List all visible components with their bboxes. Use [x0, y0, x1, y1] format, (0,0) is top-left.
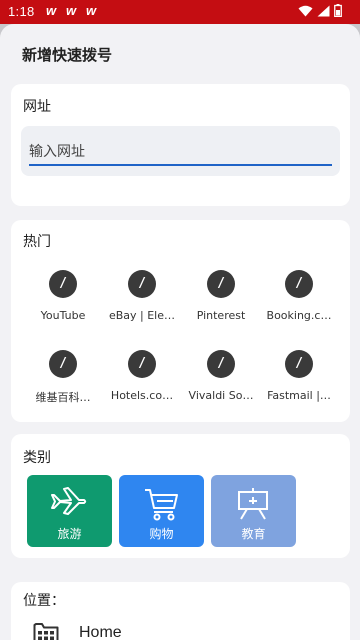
- url-field-container: [21, 126, 340, 176]
- category-travel-button[interactable]: 旅游: [27, 475, 112, 547]
- popular-site-wikipedia[interactable]: / 维基百科…: [24, 350, 102, 405]
- popular-site-youtube[interactable]: / YouTube: [24, 270, 102, 322]
- category-travel-label: 旅游: [57, 527, 82, 541]
- status-icons: [298, 4, 342, 17]
- site-placeholder-icon: /: [285, 270, 313, 298]
- category-shopping-label: 购物: [149, 527, 174, 541]
- notification-icon: ᴡ: [46, 3, 57, 18]
- site-label: Pinterest: [196, 309, 246, 322]
- notification-icon: ᴡ: [66, 3, 77, 18]
- add-speed-dial-sheet: 新增快速拨号 网址 热门 / YouTube / eBay | Ele… / P…: [0, 24, 360, 640]
- wifi-icon: [298, 5, 313, 16]
- site-placeholder-icon: /: [128, 350, 156, 378]
- popular-site-pinterest[interactable]: / Pinterest: [182, 270, 260, 322]
- site-label: Booking.c…: [266, 309, 332, 322]
- signal-icon: [317, 5, 330, 16]
- site-placeholder-icon: /: [207, 350, 235, 378]
- site-placeholder-icon: /: [49, 350, 77, 378]
- category-shopping-button[interactable]: 购物: [119, 475, 204, 547]
- location-folder-selector[interactable]: Home: [33, 622, 122, 640]
- site-label: eBay | Ele…: [108, 309, 176, 322]
- shopping-cart-icon: [145, 489, 178, 521]
- status-bar: 1:18 ᴡ ᴡ ᴡ: [0, 0, 360, 24]
- url-label: 网址: [23, 99, 51, 115]
- category-education-button[interactable]: 教育: [211, 475, 296, 547]
- site-label: Hotels.co…: [110, 389, 174, 402]
- site-label: YouTube: [40, 309, 86, 322]
- popular-card: 热门 / YouTube / eBay | Ele… / Pinterest /…: [11, 220, 350, 422]
- category-card: 类别 旅游 购物 教育: [11, 434, 350, 558]
- speed-dial-folder-icon: [33, 623, 59, 640]
- popular-label: 热门: [23, 234, 51, 250]
- site-label: Fastmail |…: [267, 389, 331, 402]
- airplane-icon: [51, 487, 87, 515]
- status-time: 1:18: [8, 4, 35, 19]
- site-placeholder-icon: /: [128, 270, 156, 298]
- site-label: 维基百科…: [35, 391, 91, 404]
- popular-site-vivaldi-social[interactable]: / Vivaldi So…: [182, 350, 260, 402]
- easel-icon: [238, 488, 268, 520]
- notification-icon: ᴡ: [86, 3, 97, 18]
- site-placeholder-icon: /: [49, 270, 77, 298]
- category-education-label: 教育: [241, 527, 266, 541]
- site-label: Vivaldi So…: [188, 389, 254, 402]
- location-folder-name: Home: [79, 624, 122, 640]
- category-label: 类别: [23, 450, 51, 466]
- popular-site-fastmail[interactable]: / Fastmail |…: [260, 350, 338, 402]
- url-input[interactable]: [29, 136, 332, 166]
- url-card: 网址: [11, 84, 350, 206]
- site-placeholder-icon: /: [207, 270, 235, 298]
- popular-site-ebay[interactable]: / eBay | Ele…: [103, 270, 181, 322]
- location-label: 位置：: [23, 593, 65, 609]
- battery-icon: [334, 4, 342, 17]
- sheet-title: 新增快速拨号: [22, 46, 113, 64]
- popular-site-hotels[interactable]: / Hotels.co…: [103, 350, 181, 402]
- site-placeholder-icon: /: [285, 350, 313, 378]
- popular-site-booking[interactable]: / Booking.c…: [260, 270, 338, 322]
- location-card: 位置： Home: [11, 582, 350, 640]
